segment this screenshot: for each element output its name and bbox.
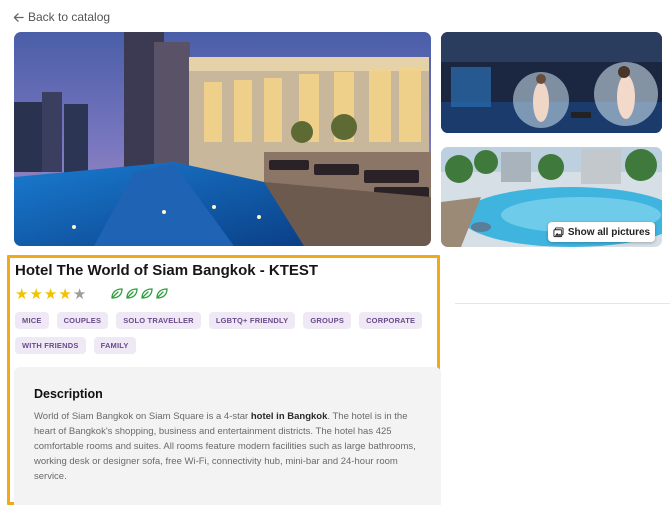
star-filled-icon: ★	[58, 286, 72, 303]
star-empty-icon: ★	[72, 286, 87, 303]
description-card: Description World of Siam Bangkok on Sia…	[14, 367, 441, 505]
description-highlight: hotel in Bangkok	[250, 411, 328, 422]
back-to-catalog-link[interactable]: Back to catalog	[13, 9, 110, 25]
leaf-icon	[111, 288, 123, 299]
tag-chip: COUPLES	[56, 312, 109, 329]
leaf-icon	[156, 288, 168, 299]
tag-chip: WITH FRIENDS	[15, 337, 86, 354]
rooftop-pool-night-image	[14, 32, 431, 246]
tag-chip: CORPORATE	[359, 312, 423, 329]
tag-list: MICE COUPLES SOLO TRAVELLER LGBTQ+ FRIENDLY…	[15, 312, 425, 354]
show-all-pictures-label: Show all pictures	[567, 226, 651, 238]
tag-chip: FAMILY	[93, 337, 136, 354]
tag-chip: GROUPS	[303, 312, 352, 329]
leaf-icon	[141, 288, 153, 299]
section-divider	[455, 303, 670, 304]
description-text: World of Siam Bangkok on Siam Square is …	[34, 411, 416, 482]
arrow-left-icon	[13, 12, 24, 22]
star-filled-icon: ★	[15, 286, 29, 303]
lounge-bubble-chairs-image	[441, 32, 662, 133]
show-all-pictures-button[interactable]: Show all pictures	[548, 222, 655, 242]
description-heading: Description	[34, 387, 103, 401]
tag-chip: LGBTQ+ FRIENDLY	[208, 312, 296, 329]
back-label: Back to catalog	[28, 10, 111, 24]
star-rating: ★ ★ ★ ★ ★	[15, 287, 86, 302]
tag-chip: MICE	[15, 312, 49, 329]
gallery-photo-lounge[interactable]	[441, 32, 662, 133]
images-icon	[553, 226, 564, 237]
hotel-name: Hotel The World of Siam Bangkok - KTEST	[15, 262, 319, 279]
leaf-icon	[126, 288, 138, 299]
tag-chip: SOLO TRAVELLER	[116, 312, 201, 329]
gallery-photo-main[interactable]	[14, 32, 431, 246]
star-filled-icon: ★	[43, 286, 58, 303]
star-filled-icon: ★	[29, 286, 43, 303]
eco-rating	[110, 287, 169, 300]
